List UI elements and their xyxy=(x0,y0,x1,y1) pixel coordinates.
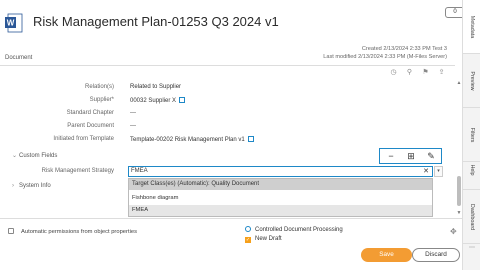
grid-icon: ⊞ xyxy=(407,151,415,161)
workflow-text: Controlled Document Processing xyxy=(255,227,343,233)
state-text: New Draft xyxy=(255,236,282,242)
supplier-value-text[interactable]: 00032 Supplier X xyxy=(130,98,176,104)
property-value[interactable]: --- xyxy=(130,123,136,129)
tab-label: Preview xyxy=(469,70,475,91)
save-button[interactable]: Save xyxy=(361,248,412,262)
property-row-parent-document: Parent Document --- xyxy=(0,122,455,132)
grid-button[interactable]: ⊞ xyxy=(401,150,421,162)
clear-icon[interactable]: ✕ xyxy=(421,166,431,177)
property-label: Relation(s) xyxy=(84,84,114,90)
tab-dashboard[interactable]: Dashboard xyxy=(463,190,480,244)
workflow[interactable]: Controlled Document Processing xyxy=(245,226,343,233)
workflow-state[interactable]: ✓ New Draft xyxy=(245,236,282,243)
property-row-template: Initiated from Template Template-00202 R… xyxy=(0,135,455,145)
dropdown-item-fishbone[interactable]: Fishbone diagram xyxy=(129,193,432,204)
right-sidebar: Metadata Preview Filters Help Dashboard … xyxy=(462,0,480,270)
property-value[interactable]: --- xyxy=(130,110,136,116)
tab-preview[interactable]: Preview xyxy=(463,54,480,108)
dropdown-header: Target Class(es) (Automatic): Quality Do… xyxy=(129,179,432,190)
dropdown-item-fmea[interactable]: FMEA xyxy=(129,205,432,216)
lock-icon xyxy=(8,228,14,234)
remove-property-button[interactable]: − xyxy=(381,150,401,162)
tab-help[interactable]: Help xyxy=(463,150,480,190)
checkbox-icon: ✓ xyxy=(245,237,251,243)
scrollbar-thumb[interactable] xyxy=(457,176,461,206)
more-icon[interactable]: ⋯ xyxy=(463,244,480,251)
property-label: Risk Management Strategy xyxy=(41,168,114,174)
tab-label: Metadata xyxy=(469,15,475,38)
created-text: Created 2/13/2024 2:33 PM Test 3 xyxy=(361,46,447,52)
tab-label: Help xyxy=(469,163,475,176)
clock-icon[interactable]: ◷ xyxy=(389,68,398,77)
discard-button[interactable]: Discard xyxy=(412,248,460,262)
modified-text: Last modified 2/13/2024 2:33 PM (M-Files… xyxy=(323,54,447,60)
section-title: Custom Fields xyxy=(19,153,58,159)
dropdown-toggle-button[interactable]: ▾ xyxy=(434,166,443,177)
field-toolbar: − ⊞ ✎ xyxy=(379,148,442,164)
property-row-standard-chapter: Standard Chapter --- xyxy=(0,109,455,119)
footer: Automatic permissions from object proper… xyxy=(0,218,462,270)
dropdown-list: Target Class(es) (Automatic): Quality Do… xyxy=(128,178,433,217)
section-system-info[interactable]: › System Info xyxy=(12,183,51,189)
template-value-text[interactable]: Template-00202 Risk Management Plan v1 xyxy=(130,137,245,143)
tab-label: Dashboard xyxy=(469,203,475,230)
pencil-icon: ✎ xyxy=(427,151,435,161)
action-toolbar: ◷ ⚲ ⚑ ⇪ xyxy=(0,65,455,78)
property-value[interactable]: 00032 Supplier X xyxy=(130,97,186,104)
section-custom-fields[interactable]: ⌄ Custom Fields xyxy=(12,152,57,159)
word-document-icon: W xyxy=(5,13,23,33)
property-value[interactable]: Related to Supplier xyxy=(130,84,181,90)
header: W Risk Management Plan-01253 Q3 2024 v1 … xyxy=(0,0,455,62)
workflow-icon xyxy=(245,226,251,232)
pin-icon[interactable]: ⚲ xyxy=(405,68,414,77)
open-link-icon[interactable] xyxy=(179,97,186,103)
risk-strategy-input[interactable]: FMEA xyxy=(128,166,433,177)
permissions-text: Automatic permissions from object proper… xyxy=(21,229,137,235)
word-icon-letter: W xyxy=(7,19,15,28)
permissions[interactable]: Automatic permissions from object proper… xyxy=(8,228,137,235)
chevron-down-icon: ⌄ xyxy=(12,153,18,159)
page-title: Risk Management Plan-01253 Q3 2024 v1 xyxy=(33,14,279,29)
tab-label: Filters xyxy=(469,127,475,142)
minus-icon: − xyxy=(388,151,394,161)
tab-metadata[interactable]: Metadata xyxy=(463,0,480,54)
property-row-relations: Relation(s) Related to Supplier xyxy=(0,83,455,93)
property-label: Parent Document xyxy=(67,123,114,129)
section-title: System Info xyxy=(19,183,51,189)
property-label: Supplier* xyxy=(89,97,114,103)
share-icon[interactable]: ⇪ xyxy=(437,68,446,77)
document-type: Document xyxy=(5,55,33,61)
property-value[interactable]: Template-00202 Risk Management Plan v1 xyxy=(130,136,254,143)
meta-info: Created 2/13/2024 2:33 PM Test 3 Last mo… xyxy=(323,45,447,61)
flag-icon[interactable]: ⚑ xyxy=(421,68,430,77)
property-row-supplier: Supplier* 00032 Supplier X xyxy=(0,96,455,106)
open-link-icon[interactable] xyxy=(247,136,254,142)
move-icon[interactable]: ✥ xyxy=(450,227,457,236)
chevron-right-icon: › xyxy=(12,183,14,189)
property-label: Standard Chapter xyxy=(66,110,114,116)
edit-button[interactable]: ✎ xyxy=(421,150,441,162)
property-label: Initiated from Template xyxy=(53,136,114,142)
